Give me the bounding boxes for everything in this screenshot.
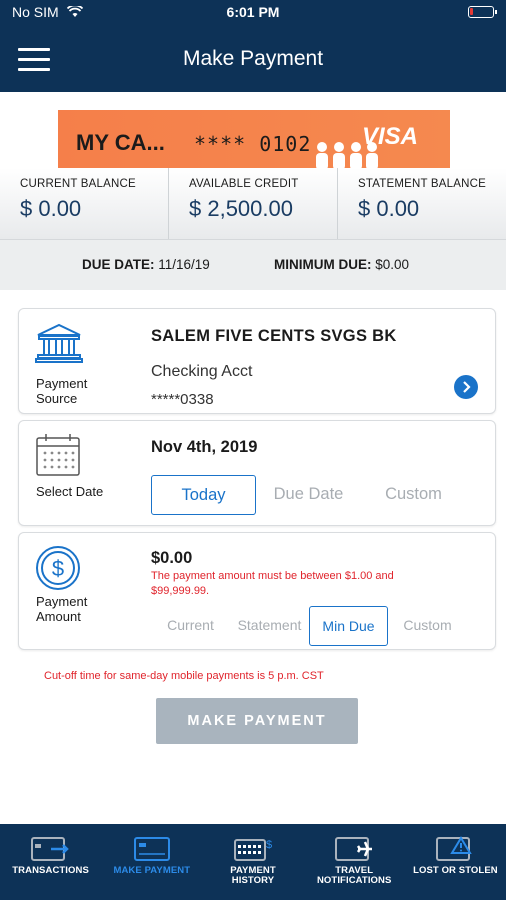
amount-error-message: The payment amount must be between $1.00… [151,570,394,597]
statement-balance: STATEMENT BALANCE $ 0.00 [338,168,506,239]
nav-travel-notifications-label: TRAVEL NOTIFICATIONS [316,865,392,886]
visa-logo: VISA [361,123,418,150]
nav-make-payment[interactable]: MAKE PAYMENT [101,824,202,900]
select-date-icon-col: Select Date [19,421,129,525]
amount-option-segment: Current Statement Min Due Custom [151,606,467,646]
card-warning-icon [436,836,473,861]
current-balance: CURRENT BALANCE $ 0.00 [0,168,169,239]
selected-date: Nov 4th, 2019 [151,438,258,456]
nav-lost-or-stolen[interactable]: LOST OR STOLEN [405,824,506,900]
minimum-due: MINIMUM DUE: $0.00 [274,257,409,272]
payment-amount-icon-col: $ Payment Amount [19,533,129,649]
date-option-today[interactable]: Today [151,475,256,515]
card-icon [133,837,170,861]
date-option-segment: Today Due Date Custom [151,475,466,515]
dollar-coin-icon: $ [36,546,80,590]
select-date-label: Select Date [36,484,104,499]
svg-text:$: $ [266,839,272,851]
status-time: 6:01 PM [226,4,280,20]
card-history-icon: $ [234,839,272,861]
amount-option-custom[interactable]: Custom [388,606,467,646]
chevron-right-icon[interactable] [454,375,478,399]
minimum-due-value: $0.00 [375,257,410,272]
minimum-due-label: MINIMUM DUE: [274,257,372,272]
due-date: DUE DATE: 11/16/19 [82,257,210,272]
card-name: MY CA... [76,130,165,155]
bottom-nav: TRANSACTIONS MAKE PAYMENT $ PAYMENT HIST… [0,824,506,900]
card-number: **** 0102 [194,132,312,156]
nav-transactions-label: TRANSACTIONS [12,865,89,876]
payment-source-icon-col: Payment Source [19,309,129,413]
due-date-label: DUE DATE: [82,257,155,272]
make-payment-button[interactable]: MAKE PAYMENT [156,698,358,744]
svg-text:$: $ [52,556,64,581]
due-date-value: 11/16/19 [158,257,210,272]
select-date-panel: Select Date Nov 4th, 2019 Today Due Date… [18,420,496,526]
nav-payment-history[interactable]: $ PAYMENT HISTORY [202,824,303,900]
balance-label: CURRENT BALANCE [20,178,136,190]
status-bar: No SIM 6:01 PM [0,0,506,26]
due-info-row: DUE DATE: 11/16/19 MINIMUM DUE: $0.00 [0,240,506,290]
payment-amount-panel: $ Payment Amount $0.00 The payment amoun… [18,532,496,650]
nav-lost-or-stolen-label: LOST OR STOLEN [413,865,498,876]
payment-source-panel[interactable]: Payment Source SALEM FIVE CENTS SVGS BK … [18,308,496,414]
balance-summary: CURRENT BALANCE $ 0.00 AVAILABLE CREDIT … [0,168,506,240]
amount-option-min-due[interactable]: Min Due [309,606,388,646]
calendar-icon [36,434,80,476]
page-title: Make Payment [182,47,324,70]
date-option-due-date[interactable]: Due Date [256,475,361,515]
nav-make-payment-label: MAKE PAYMENT [113,865,191,876]
payment-amount-value[interactable]: $0.00 [151,549,192,568]
available-credit: AVAILABLE CREDIT $ 2,500.00 [169,168,338,239]
cutoff-note: Cut-off time for same-day mobile payment… [44,670,324,682]
account-number: *****0338 [151,391,214,408]
date-option-custom[interactable]: Custom [361,475,466,515]
nav-travel-notifications[interactable]: TRAVEL NOTIFICATIONS [304,824,405,900]
payment-source-label: Payment Source [36,376,88,406]
battery-icon [468,6,497,18]
amount-option-current[interactable]: Current [151,606,230,646]
balance-label: AVAILABLE CREDIT [189,178,299,190]
nav-transactions[interactable]: TRANSACTIONS [0,824,101,900]
balance-value: $ 2,500.00 [189,196,293,221]
card-arrow-icon [30,837,69,861]
bank-icon [35,323,83,363]
card-plane-icon [335,837,373,861]
payment-amount-label: Payment Amount [36,594,88,624]
card-banner: MY CA... **** 0102 VISA [58,110,450,170]
balance-value: $ 0.00 [358,196,420,221]
balance-value: $ 0.00 [20,196,82,221]
nav-payment-history-label: PAYMENT HISTORY [230,865,276,886]
amount-option-statement[interactable]: Statement [230,606,309,646]
top-bar: No SIM 6:01 PM Make Payment [0,0,506,92]
account-type: Checking Acct [151,363,253,380]
balance-label: STATEMENT BALANCE [358,178,487,190]
bank-name: SALEM FIVE CENTS SVGS BK [151,327,397,345]
